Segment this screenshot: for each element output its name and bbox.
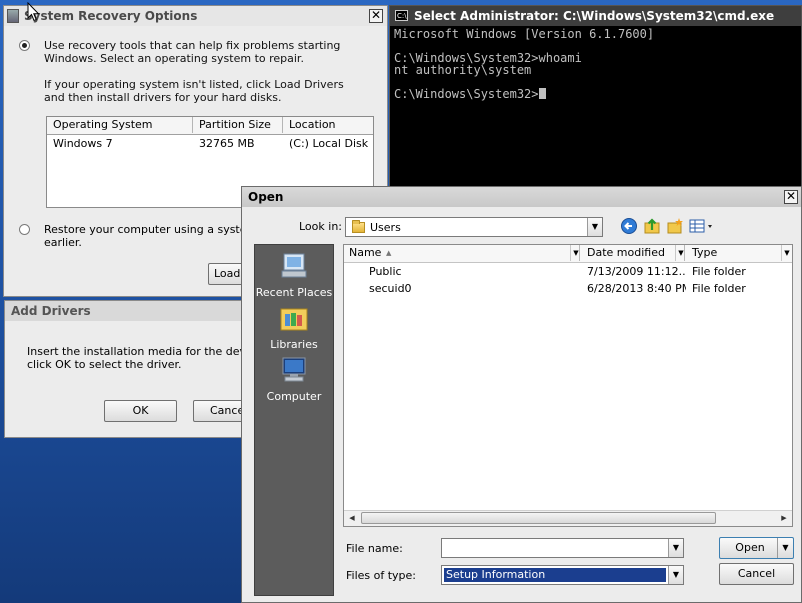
files-of-type-value: Setup Information <box>444 568 666 582</box>
mouse-cursor-icon <box>27 2 40 22</box>
os-size: 32765 MB <box>199 137 255 150</box>
computer-label: Computer <box>266 390 322 403</box>
cmd-titlebar[interactable]: Select Administrator: C:\Windows\System3… <box>390 6 801 26</box>
open-button[interactable]: Open ▼ <box>719 537 794 559</box>
up-folder-icon[interactable] <box>643 217 661 235</box>
place-recent-places[interactable]: Recent Places <box>255 251 333 299</box>
col-partition-size[interactable]: Partition Size <box>193 117 283 133</box>
scroll-left-icon[interactable]: ◀ <box>345 512 359 524</box>
file-row[interactable]: Public 7/13/2009 11:12... File folder <box>344 263 792 280</box>
places-bar: Recent Places Libraries Computer <box>254 244 334 596</box>
files-of-type-select[interactable]: Setup Information ▼ <box>441 565 684 585</box>
load-drivers-note: If your operating system isn't listed, c… <box>44 78 344 104</box>
computer-icon <box>282 357 306 382</box>
app-icon <box>7 9 19 23</box>
col-name-label: Name <box>349 246 382 259</box>
restore-option-text: Restore your computer using a system im <box>44 223 275 236</box>
os-row[interactable]: Windows 7 32765 MB (C:) Local Disk <box>47 137 373 153</box>
col-name-filter-icon[interactable]: ▼ <box>570 245 581 261</box>
file-type: File folder <box>692 265 746 278</box>
repair-option-radio[interactable] <box>19 40 30 51</box>
place-computer[interactable]: Computer <box>255 355 333 403</box>
scroll-right-icon[interactable]: ▶ <box>777 512 791 524</box>
restore-option-text-2: earlier. <box>44 236 82 249</box>
file-date: 7/13/2009 11:12... <box>587 265 686 278</box>
horizontal-scrollbar[interactable]: ◀ ▶ <box>344 510 792 526</box>
look-in-combo[interactable]: Users ▼ <box>345 217 603 237</box>
chevron-down-icon[interactable]: ▼ <box>587 218 602 236</box>
add-drivers-title: Add Drivers <box>11 304 91 318</box>
libraries-icon <box>280 308 308 331</box>
add-drivers-message-line2: click OK to select the driver. <box>27 358 182 371</box>
place-libraries[interactable]: Libraries <box>255 303 333 351</box>
col-date-modified[interactable]: Date modified <box>582 245 685 261</box>
look-in-value: Users <box>370 221 401 234</box>
recent-places-icon <box>281 253 307 278</box>
col-date-filter-icon[interactable]: ▼ <box>675 245 686 261</box>
text-cursor <box>538 88 546 99</box>
close-icon[interactable]: ✕ <box>784 190 798 204</box>
console-prompt: C:\Windows\System32> <box>394 88 801 100</box>
recovery-titlebar[interactable]: System Recovery Options <box>4 6 387 26</box>
col-type-filter-icon[interactable]: ▼ <box>781 245 792 261</box>
console-output[interactable]: Microsoft Windows [Version 6.1.7600] C:\W… <box>394 28 801 192</box>
file-list-header: Name ▲ ▼ Date modified ▼ Type ▼ <box>344 245 792 263</box>
col-type[interactable]: Type <box>687 245 794 261</box>
cmd-window: Select Administrator: C:\Windows\System3… <box>389 5 802 193</box>
file-name-label: File name: <box>346 542 403 555</box>
open-split-arrow-icon[interactable]: ▼ <box>777 538 793 558</box>
os-location: (C:) Local Disk <box>289 137 369 150</box>
folder-icon <box>352 220 365 234</box>
open-titlebar[interactable]: Open <box>242 187 801 207</box>
add-drivers-dialog: Add Drivers Insert the installation medi… <box>4 300 277 438</box>
console-line: nt authority\system <box>394 63 532 77</box>
open-dialog: Open ✕ Look in: Users ▼ Recent Places Li… <box>241 186 802 603</box>
col-location[interactable]: Location <box>283 117 375 133</box>
window-title: System Recovery Options <box>24 9 198 23</box>
look-in-label: Look in: <box>299 220 342 233</box>
files-of-type-label: Files of type: <box>346 569 417 582</box>
os-name: Windows 7 <box>53 137 113 150</box>
cmd-title: Select Administrator: C:\Windows\System3… <box>414 9 775 23</box>
col-type-label: Type <box>692 246 718 259</box>
view-menu-icon[interactable] <box>689 217 715 235</box>
cancel-button[interactable]: Cancel <box>719 563 794 585</box>
file-name-input[interactable]: ▼ <box>441 538 684 558</box>
console-line: Microsoft Windows [Version 6.1.7600] <box>394 27 655 41</box>
os-list-header: Operating System Partition Size Location <box>47 117 373 135</box>
file-type: File folder <box>692 282 746 295</box>
file-name: Public <box>369 265 402 278</box>
repair-option-text: Use recovery tools that can help fix pro… <box>44 39 341 65</box>
col-name[interactable]: Name ▲ <box>344 245 580 261</box>
cmd-icon: C:\ <box>395 10 408 21</box>
new-folder-icon[interactable] <box>666 217 684 235</box>
add-drivers-message-line1: Insert the installation media for the de… <box>27 345 277 358</box>
ok-button[interactable]: OK <box>104 400 177 422</box>
open-title: Open <box>248 190 284 204</box>
file-list[interactable]: Name ▲ ▼ Date modified ▼ Type ▼ Public 7… <box>343 244 793 527</box>
file-date: 6/28/2013 8:40 PM <box>587 282 686 295</box>
col-date-modified-label: Date modified <box>587 246 665 259</box>
back-icon[interactable] <box>620 217 638 235</box>
scrollbar-thumb[interactable] <box>361 512 716 524</box>
file-row[interactable]: secuid0 6/28/2013 8:40 PM File folder <box>344 280 792 297</box>
add-drivers-titlebar[interactable]: Add Drivers <box>5 301 248 321</box>
chevron-down-icon[interactable]: ▼ <box>668 539 683 557</box>
close-icon[interactable]: ✕ <box>369 9 383 23</box>
open-button-label: Open <box>735 541 765 554</box>
chevron-down-icon[interactable]: ▼ <box>668 566 683 584</box>
col-operating-system[interactable]: Operating System <box>47 117 193 133</box>
sort-ascending-icon: ▲ <box>386 249 392 257</box>
recent-places-label: Recent Places <box>255 286 333 299</box>
restore-option-radio[interactable] <box>19 224 30 235</box>
file-name: secuid0 <box>369 282 412 295</box>
prompt-text: C:\Windows\System32> <box>394 87 539 101</box>
libraries-label: Libraries <box>270 338 318 351</box>
